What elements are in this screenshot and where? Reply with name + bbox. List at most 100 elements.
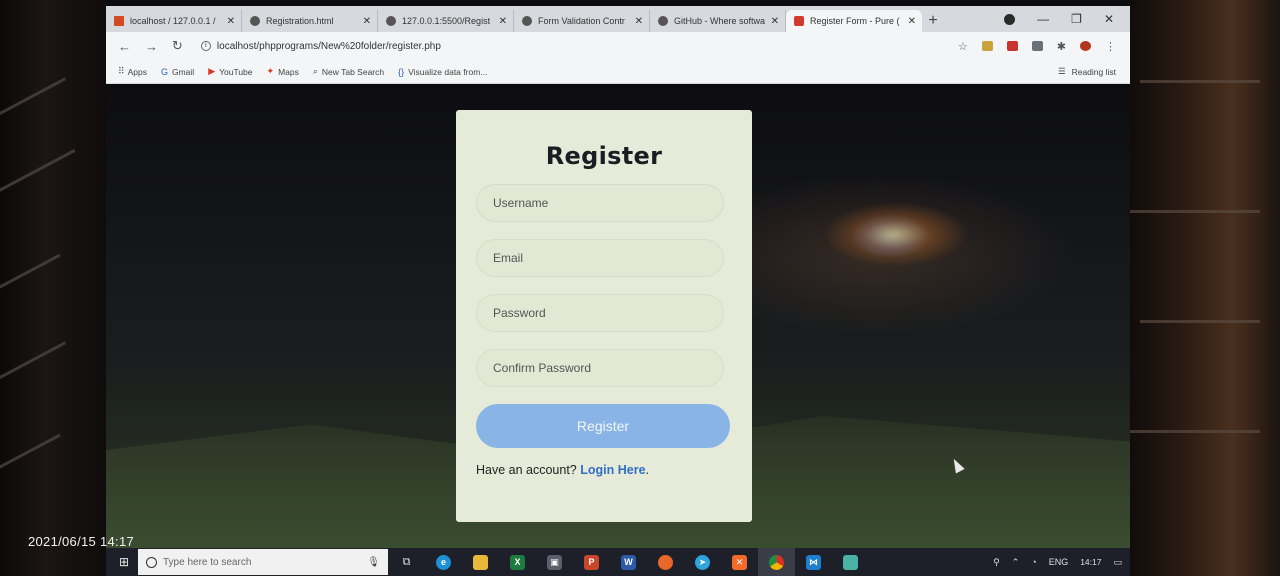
browser-tab-strip: localhost / 127.0.0.1 / ✕ Registration.h… (106, 6, 1130, 32)
tab-title: Form Validation Contr (538, 16, 625, 26)
tab-register-form[interactable]: Register Form - Pure ( ✕ (786, 10, 922, 32)
tab-title: localhost / 127.0.0.1 / (130, 16, 216, 26)
github-icon (658, 16, 668, 26)
edge-app-icon[interactable]: e (425, 548, 462, 576)
profile-dropdown-icon[interactable] (1004, 13, 1016, 25)
tab-github[interactable]: GitHub - Where softwa ✕ (650, 10, 786, 32)
close-tab-icon[interactable]: ✕ (635, 16, 643, 27)
tab-registration[interactable]: Registration.html ✕ (242, 10, 378, 32)
youtube-icon: ▶ (208, 66, 216, 76)
taskbar-clock[interactable]: 14:17 (1080, 557, 1101, 568)
window-controls: — ❐ ✕ (1004, 6, 1130, 32)
globe-icon (522, 16, 532, 26)
bookmark-gmail[interactable]: G Gmail (161, 67, 194, 77)
extension-icon[interactable] (981, 41, 993, 51)
xampp-icon[interactable]: ✕ (721, 548, 758, 576)
apps-grid-icon: ⠿ (118, 66, 125, 76)
reading-list-label: Reading list (1071, 66, 1116, 77)
tab-title: Register Form - Pure ( (810, 16, 900, 26)
kebab-menu-icon[interactable]: ⋮ (1105, 40, 1116, 53)
tab-title: GitHub - Where softwa (674, 16, 765, 26)
minimize-icon[interactable]: — (1037, 12, 1049, 26)
bookmark-youtube[interactable]: ▶ YouTube (208, 66, 252, 77)
telegram-icon[interactable]: ➤ (684, 548, 721, 576)
bookmark-label: Apps (127, 66, 147, 77)
vscode-icon[interactable]: ⋈ (795, 548, 832, 576)
avatar[interactable] (1080, 41, 1091, 51)
bookmark-label: YouTube (219, 66, 253, 77)
windows-start-icon[interactable]: ⊞ (110, 555, 138, 569)
braces-icon: {} (398, 66, 405, 77)
google-icon: G (160, 66, 168, 77)
taskbar-search-box[interactable]: Type here to search 🎙 (138, 549, 388, 575)
back-arrow-icon[interactable]: ← (118, 39, 131, 54)
microphone-icon[interactable]: 🎙 (367, 557, 380, 568)
close-window-icon[interactable]: ✕ (1104, 12, 1114, 26)
confirm-password-field[interactable] (476, 349, 724, 387)
email-field[interactable] (476, 239, 724, 277)
close-tab-icon[interactable]: ✕ (227, 16, 235, 27)
restore-icon[interactable]: ❐ (1071, 12, 1082, 26)
html-icon (794, 16, 804, 26)
page-background: Register Register Have an account? Login… (106, 84, 1130, 552)
bookmark-new-tab-search[interactable]: ⌕ New Tab Search (313, 66, 384, 77)
signin-prefix: Have an account? (476, 463, 577, 477)
tab-live-server[interactable]: 127.0.0.1:5500/Regist ✕ (378, 10, 514, 32)
maps-icon: ✦ (266, 66, 275, 76)
info-icon[interactable]: i (200, 41, 211, 51)
puzzle-extensions-icon[interactable]: ✱ (1057, 40, 1066, 53)
bookmark-label: Maps (278, 66, 299, 77)
taskbar-search-placeholder: Type here to search (163, 556, 252, 568)
wifi-icon[interactable]: ◔ (1031, 557, 1036, 567)
system-tray: ⚲ ⌃ ◔ ENG 14:17 ▭ (993, 557, 1130, 568)
forward-arrow-icon[interactable]: → (145, 39, 158, 54)
windows-taskbar: ⊞ Type here to search 🎙 ⧉ e X ▣ P W ➤ ✕ … (106, 548, 1130, 576)
tray-chevron-up-icon[interactable]: ⌃ (1012, 557, 1020, 568)
reload-icon[interactable]: ↻ (172, 38, 183, 54)
tab-phpmyadmin[interactable]: localhost / 127.0.0.1 / ✕ (106, 10, 242, 32)
signin-prompt: Have an account? Login Here. (476, 463, 730, 477)
chrome-icon[interactable] (758, 548, 795, 576)
close-tab-icon[interactable]: ✕ (499, 16, 507, 27)
language-indicator[interactable]: ENG (1049, 557, 1069, 567)
monitor-screen: localhost / 127.0.0.1 / ✕ Registration.h… (106, 0, 1130, 576)
extension-icon[interactable] (1031, 41, 1043, 51)
people-icon[interactable]: ⚲ (993, 557, 1000, 568)
bookmark-apps[interactable]: ⠿ Apps (118, 66, 147, 77)
excel-icon[interactable]: X (499, 548, 536, 576)
photo-left-surroundings (0, 0, 110, 576)
signin-suffix: . (645, 463, 650, 477)
extension-icon[interactable] (1006, 41, 1018, 51)
register-button[interactable]: Register (476, 404, 730, 448)
word-icon[interactable]: W (610, 548, 647, 576)
phpmyadmin-icon (114, 16, 124, 26)
toolbar-actions: ☆ ✱ ⋮ (958, 40, 1130, 53)
powerpoint-icon[interactable]: P (573, 548, 610, 576)
bookmark-label: Gmail (171, 66, 195, 77)
password-field[interactable] (476, 294, 724, 332)
url-text: localhost/phpprograms/New%20folder/regis… (216, 40, 441, 52)
form-title: Register (545, 142, 663, 170)
close-tab-icon[interactable]: ✕ (771, 16, 779, 27)
search-icon: ⌕ (312, 66, 318, 76)
globe-icon (250, 16, 260, 26)
login-link[interactable]: Login Here (580, 463, 645, 477)
store-icon[interactable]: ▣ (536, 548, 573, 576)
notifications-icon[interactable]: ▭ (1113, 557, 1122, 568)
username-field[interactable] (476, 184, 724, 222)
close-tab-icon[interactable]: ✕ (908, 16, 916, 27)
address-bar[interactable]: i localhost/phpprograms/New%20folder/reg… (200, 40, 921, 52)
star-bookmark-icon[interactable]: ☆ (958, 40, 968, 53)
browser-toolbar: ← → ↻ i localhost/phpprograms/New%20fold… (106, 32, 1130, 60)
task-view-icon[interactable]: ⧉ (388, 548, 425, 576)
bookmark-visualize-data[interactable]: {} Visualize data from... (398, 67, 487, 77)
reading-list-button[interactable]: ☰ Reading list (1058, 66, 1130, 77)
firefox-icon[interactable] (647, 548, 684, 576)
file-explorer-icon[interactable] (462, 548, 499, 576)
cortana-circle-icon (146, 556, 157, 568)
tab-form-validation[interactable]: Form Validation Contr ✕ (514, 10, 650, 32)
new-tab-icon[interactable]: + (922, 10, 944, 32)
notes-app-icon[interactable] (832, 548, 869, 576)
close-tab-icon[interactable]: ✕ (363, 16, 371, 27)
bookmark-maps[interactable]: ✦ Maps (267, 66, 299, 77)
